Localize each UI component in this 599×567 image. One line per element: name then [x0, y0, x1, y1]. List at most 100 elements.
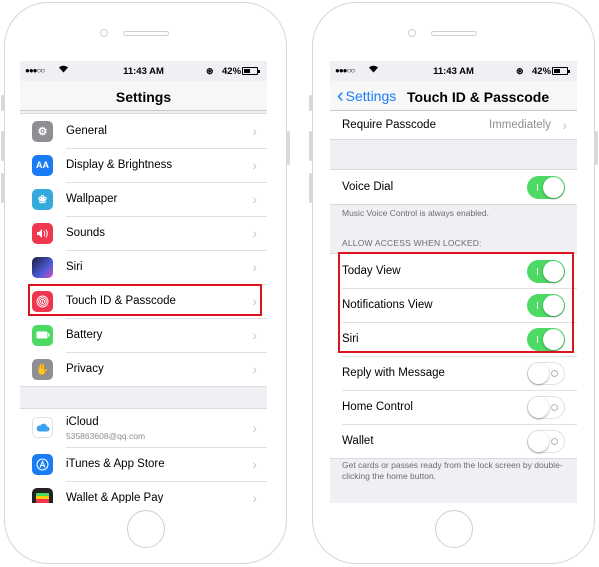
page-title: Touch ID & Passcode	[407, 89, 550, 105]
chevron-right-icon: ›	[252, 225, 257, 241]
chevron-right-icon: ›	[252, 456, 257, 472]
require-passcode-value: Immediately	[489, 119, 551, 131]
settings-group-main: ⚙ General › AA Display & Brightness › ❀ …	[20, 113, 267, 387]
settings-item-label: Siri	[66, 261, 83, 273]
toggle-label: Today View	[342, 265, 401, 277]
settings-item-itunes-app-store[interactable]: iTunes & App Store ›	[20, 447, 267, 481]
wallpaper-icon: ❀	[32, 188, 53, 210]
settings-item-label: Wallet & Apple Pay	[66, 492, 164, 503]
chevron-right-icon: ›	[252, 420, 257, 436]
hand-icon: ✋	[32, 358, 53, 380]
settings-item-display-brightness[interactable]: AA Display & Brightness ›	[20, 148, 267, 182]
wallet-row: Wallet	[330, 424, 577, 458]
voice-dial-row: Voice Dial	[330, 170, 577, 204]
battery-level-icon	[552, 67, 570, 75]
chevron-right-icon: ›	[252, 157, 257, 173]
settings-item-label: Battery	[66, 329, 103, 341]
front-camera	[408, 29, 416, 37]
status-bar: ●●●○○ 11:43 AM ⊛ 42%	[20, 61, 267, 81]
icloud-account-email: 535863608@qq.com	[66, 431, 146, 441]
chevron-right-icon: ›	[252, 191, 257, 207]
power-button	[595, 131, 598, 165]
notifications-view-row: Notifications View	[330, 288, 577, 322]
mute-switch	[309, 95, 312, 111]
nav-bar: ‹ Settings Touch ID & Passcode	[330, 81, 577, 111]
status-bar: ●●●○○ 11:43 AM ⊛ 42%	[330, 61, 577, 81]
settings-item-siri[interactable]: Siri ›	[20, 250, 267, 284]
rotation-lock-icon: ⊛	[516, 66, 524, 76]
page-title: Settings	[115, 89, 172, 105]
siri-toggle[interactable]	[527, 327, 565, 351]
settings-item-battery[interactable]: Battery ›	[20, 318, 267, 352]
settings-item-label: Display & Brightness	[66, 159, 173, 171]
home-button[interactable]	[126, 510, 165, 548]
earpiece-speaker	[430, 31, 477, 36]
back-button-label: Settings	[345, 88, 397, 104]
chevron-right-icon: ›	[562, 117, 567, 133]
chevron-right-icon: ›	[252, 327, 257, 343]
reply-with-message-row: Reply with Message	[330, 356, 577, 390]
chevron-right-icon: ›	[252, 490, 257, 503]
mute-switch	[1, 95, 4, 111]
toggle-label: Siri	[342, 333, 359, 345]
passcode-group: Require Passcode Immediately ›	[330, 111, 577, 140]
earpiece-speaker	[122, 31, 169, 36]
toggle-label: Home Control	[342, 401, 413, 413]
settings-item-touch-id-passcode[interactable]: Touch ID & Passcode ›	[20, 284, 267, 318]
wallet-icon	[32, 487, 53, 503]
settings-item-wallet-apple-pay[interactable]: Wallet & Apple Pay ›	[20, 481, 267, 503]
voice-dial-footnote: Music Voice Control is always enabled.	[342, 208, 489, 218]
toggle-label: Wallet	[342, 435, 374, 447]
settings-item-wallpaper[interactable]: ❀ Wallpaper ›	[20, 182, 267, 216]
settings-group-accounts: iCloud 535863608@qq.com › iTunes & App S…	[20, 408, 267, 503]
voice-dial-toggle[interactable]	[527, 175, 565, 199]
siri-row: Siri	[330, 322, 577, 356]
settings-item-label: iTunes & App Store	[66, 458, 165, 470]
settings-item-label: Touch ID & Passcode	[66, 295, 176, 307]
reply-with-message-toggle[interactable]	[527, 361, 565, 385]
volume-up-button	[1, 131, 4, 161]
notifications-view-toggle[interactable]	[527, 293, 565, 317]
settings-item-label: Sounds	[66, 227, 106, 239]
chevron-left-icon: ‹	[337, 85, 344, 107]
cloud-icon	[32, 417, 53, 438]
settings-item-label: Privacy	[66, 363, 104, 375]
today-view-row: Today View	[330, 254, 577, 288]
home-control-toggle[interactable]	[527, 395, 565, 419]
battery-percent: 42%	[532, 66, 552, 77]
require-passcode-row[interactable]: Require Passcode Immediately ›	[330, 111, 577, 139]
settings-item-general[interactable]: ⚙ General ›	[20, 114, 267, 148]
settings-item-sounds[interactable]: Sounds ›	[20, 216, 267, 250]
settings-screen: ●●●○○ 11:43 AM ⊛ 42% Settings ⚙ General …	[20, 61, 267, 503]
toggle-label: Reply with Message	[342, 367, 445, 379]
speaker-icon	[32, 222, 53, 244]
chevron-right-icon: ›	[252, 259, 257, 275]
settings-item-label: iCloud	[66, 416, 99, 428]
chevron-right-icon: ›	[252, 361, 257, 377]
power-button	[287, 131, 290, 165]
front-camera	[100, 29, 108, 37]
settings-item-privacy[interactable]: ✋ Privacy ›	[20, 352, 267, 386]
battery-percent: 42%	[222, 66, 242, 77]
chevron-right-icon: ›	[252, 293, 257, 309]
wallet-toggle[interactable]	[527, 429, 565, 453]
home-button[interactable]	[434, 510, 473, 548]
touch-id-passcode-screen: ●●●○○ 11:43 AM ⊛ 42% ‹ Settings Touch ID…	[330, 61, 577, 503]
voice-dial-group: Voice Dial	[330, 169, 577, 205]
wallet-footnote: Get cards or passes ready from the lock …	[342, 460, 563, 481]
voice-dial-label: Voice Dial	[342, 181, 394, 193]
app-store-icon	[32, 453, 53, 475]
today-view-toggle[interactable]	[527, 259, 565, 283]
siri-icon	[32, 256, 53, 278]
lock-access-group: Today View Notifications View Siri Reply…	[330, 253, 577, 459]
section-header-allow-access: ALLOW ACCESS WHEN LOCKED:	[342, 238, 482, 248]
volume-up-button	[309, 131, 312, 161]
back-button[interactable]: ‹ Settings	[337, 85, 397, 107]
display-brightness-icon: AA	[32, 154, 53, 176]
settings-item-label: General	[66, 125, 107, 137]
settings-item-icloud[interactable]: iCloud 535863608@qq.com ›	[20, 409, 267, 447]
toggle-label: Notifications View	[342, 299, 433, 311]
volume-down-button	[1, 173, 4, 203]
home-control-row: Home Control	[330, 390, 577, 424]
fingerprint-icon	[32, 290, 53, 312]
